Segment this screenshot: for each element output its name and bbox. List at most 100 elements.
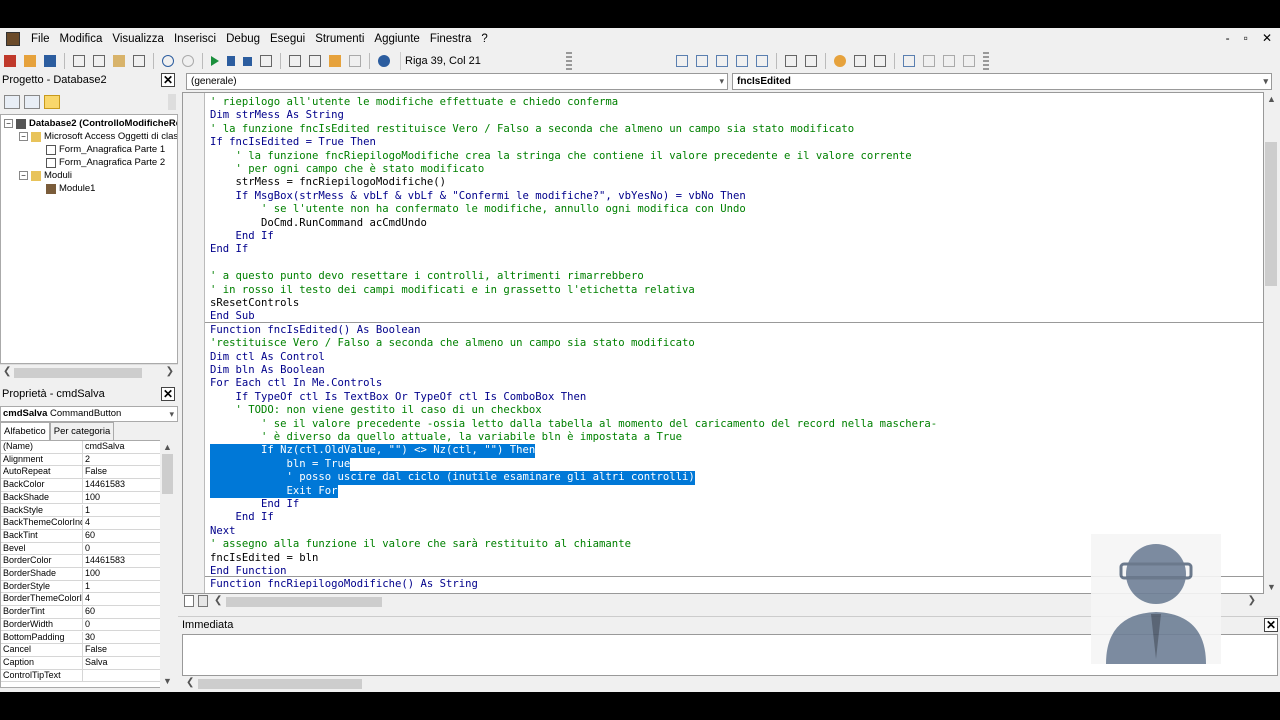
access-view-icon[interactable] xyxy=(4,55,16,67)
property-row[interactable]: BorderStyle 1 xyxy=(1,580,161,594)
code-line[interactable]: sResetControls xyxy=(210,297,299,310)
previous-bookmark-icon[interactable] xyxy=(943,55,955,67)
tab-alfabetico[interactable]: Alfabetico xyxy=(0,422,50,440)
scroll-down-icon[interactable]: ▼ xyxy=(163,676,172,686)
stop-icon[interactable] xyxy=(243,56,252,66)
find-icon[interactable] xyxy=(133,55,145,67)
paste-icon[interactable] xyxy=(113,55,125,67)
indent-icon[interactable] xyxy=(785,55,797,67)
scroll-thumb[interactable] xyxy=(162,454,173,494)
code-line[interactable]: If MsgBox(strMess & vbLf & vbLf & "Confe… xyxy=(210,190,746,203)
close-icon[interactable]: ✕ xyxy=(161,73,175,87)
scroll-left-icon[interactable]: ❮ xyxy=(186,677,194,688)
property-row[interactable]: ControlTipText xyxy=(1,669,161,683)
code-line[interactable]: If Nz(ctl.OldValue, "") <> Nz(ctl, "") T… xyxy=(210,444,536,458)
chevron-down-icon[interactable]: ▾ xyxy=(719,74,724,89)
minimize-icon[interactable]: ‑ xyxy=(1226,31,1230,45)
code-line[interactable]: Dim strMess As String xyxy=(210,109,344,122)
tree-item-form-1[interactable]: Form_Anagrafica Parte 1 xyxy=(46,143,165,156)
property-row[interactable]: BorderWidth 0 xyxy=(1,618,161,632)
menu-visualizza[interactable]: Visualizza xyxy=(107,33,169,45)
scroll-thumb[interactable] xyxy=(14,368,142,378)
code-line[interactable]: strMess = fncRiepilogoModifiche() xyxy=(210,176,447,189)
code-line[interactable]: Next xyxy=(210,525,236,538)
object-selector[interactable]: cmdSalva CommandButton ▾ xyxy=(0,406,178,422)
save-icon[interactable] xyxy=(44,55,56,67)
menu-inserisci[interactable]: Inserisci xyxy=(169,33,221,45)
next-bookmark-icon[interactable] xyxy=(923,55,935,67)
property-row[interactable]: BottomPadding 30 xyxy=(1,631,161,645)
code-line[interactable]: ' per ogni campo che è stato modificato xyxy=(210,163,485,176)
code-editor[interactable]: ' riepilogo all'utente le modifiche effe… xyxy=(182,92,1264,594)
menu-debug[interactable]: Debug xyxy=(221,33,265,45)
scroll-left-icon[interactable]: ❮ xyxy=(3,366,11,377)
property-row[interactable]: Caption Salva xyxy=(1,656,161,670)
property-value[interactable]: False xyxy=(83,466,107,478)
code-line[interactable]: ' in rosso il testo dei campi modificati… xyxy=(210,284,695,297)
code-line[interactable]: If TypeOf ctl Is TextBox Or TypeOf ctl I… xyxy=(210,391,587,404)
code-line[interactable]: ' riepilogo all'utente le modifiche effe… xyxy=(210,96,618,109)
toggle-folders-icon[interactable] xyxy=(44,95,60,109)
property-row[interactable]: Cancel False xyxy=(1,644,161,657)
menu-aggiunte[interactable]: Aggiunte xyxy=(369,33,424,45)
property-value[interactable]: 14461583 xyxy=(83,479,125,491)
design-mode-icon[interactable] xyxy=(260,55,272,67)
toggle-bookmark-icon[interactable] xyxy=(903,55,915,67)
close-icon[interactable]: ✕ xyxy=(161,387,175,401)
property-row[interactable]: BackColor 14461583 xyxy=(1,479,161,492)
property-value[interactable]: cmdSalva xyxy=(83,441,125,453)
property-row[interactable]: BorderThemeColorIn 4 xyxy=(1,593,161,607)
code-line[interactable]: bln = True xyxy=(210,457,351,472)
object-combo[interactable]: (generale) ▾ xyxy=(186,73,728,90)
full-module-view-icon[interactable] xyxy=(198,595,208,607)
code-line[interactable]: End If xyxy=(210,243,248,256)
property-value[interactable]: 60 xyxy=(83,606,95,618)
property-value[interactable]: 2 xyxy=(83,454,90,466)
property-value[interactable]: 100 xyxy=(83,568,100,580)
scroll-right-icon[interactable]: ❯ xyxy=(166,366,174,377)
tree-item-form-2[interactable]: Form_Anagrafica Parte 2 xyxy=(46,156,165,169)
uncomment-block-icon[interactable] xyxy=(874,55,886,67)
properties-icon[interactable] xyxy=(309,55,321,67)
property-row[interactable]: BorderShade 100 xyxy=(1,568,161,581)
code-line[interactable]: Function fncRiepilogoModifiche() As Stri… xyxy=(210,578,478,591)
code-line[interactable]: If fncIsEdited = True Then xyxy=(210,136,376,149)
property-value[interactable]: 1 xyxy=(83,581,90,593)
menu-strumenti[interactable]: Strumenti xyxy=(310,33,369,45)
menu-finestra[interactable]: Finestra xyxy=(425,33,477,45)
code-line[interactable]: ' se l'utente non ha confermato le modif… xyxy=(210,203,746,216)
scroll-right-icon[interactable]: ❯ xyxy=(1248,595,1256,606)
menu-modifica[interactable]: Modifica xyxy=(55,33,108,45)
code-line[interactable]: ' assegno alla funzione il valore che sa… xyxy=(210,538,631,551)
procedure-view-icon[interactable] xyxy=(184,595,194,607)
code-line[interactable]: ' la funzione fncRiepilogoModifiche crea… xyxy=(210,150,912,163)
properties-vscroll[interactable]: ▲ ▼ xyxy=(160,440,174,688)
cut-icon[interactable] xyxy=(73,55,85,67)
property-row[interactable]: Bevel 0 xyxy=(1,542,161,556)
collapse-icon[interactable]: − xyxy=(19,171,28,180)
scroll-thumb[interactable] xyxy=(198,679,362,689)
procedure-combo[interactable]: fncIsEdited ▾ xyxy=(732,73,1272,90)
view-object-icon[interactable] xyxy=(24,95,40,109)
code-line[interactable]: ' TODO: non viene gestito il caso di un … xyxy=(210,404,542,417)
toolbar-grip[interactable] xyxy=(983,52,989,70)
collapse-icon[interactable]: − xyxy=(19,132,28,141)
property-value[interactable] xyxy=(83,670,85,682)
toggle-breakpoint-icon[interactable] xyxy=(834,55,846,67)
property-row[interactable]: (Name) cmdSalva xyxy=(1,441,161,454)
scroll-left-icon[interactable]: ❮ xyxy=(214,595,222,606)
code-line[interactable]: DoCmd.RunCommand acCmdUndo xyxy=(210,217,427,230)
close-icon[interactable]: ✕ xyxy=(1262,31,1272,45)
quick-info-icon[interactable] xyxy=(716,55,728,67)
tree-item-module1[interactable]: Module1 xyxy=(46,182,95,195)
help-icon[interactable] xyxy=(378,55,390,67)
redo-icon[interactable] xyxy=(182,55,194,67)
menu-file[interactable]: File xyxy=(26,33,55,45)
scroll-thumb[interactable] xyxy=(1265,142,1277,286)
scroll-down-icon[interactable]: ▼ xyxy=(1267,582,1276,592)
immediate-hscroll[interactable]: ❮ xyxy=(182,676,1278,692)
property-value[interactable]: Salva xyxy=(83,657,108,669)
property-value[interactable]: 4 xyxy=(83,593,90,605)
list-constants-icon[interactable] xyxy=(696,55,708,67)
property-value[interactable]: 0 xyxy=(83,543,90,555)
